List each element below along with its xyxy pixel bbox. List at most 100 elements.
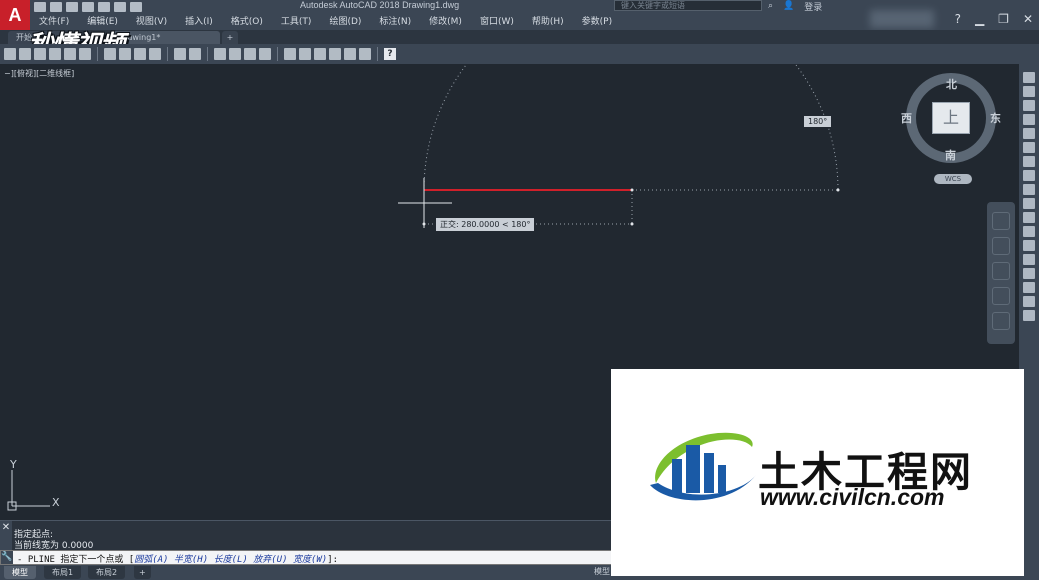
menu-item-10[interactable]: 帮助(H) bbox=[523, 14, 573, 27]
viewcube-south[interactable]: 南 bbox=[945, 147, 956, 163]
erase-icon[interactable] bbox=[1023, 310, 1035, 321]
explode-icon[interactable] bbox=[1023, 296, 1035, 307]
mirror-icon[interactable] bbox=[1023, 100, 1035, 111]
open-file-icon[interactable] bbox=[50, 2, 62, 12]
fillet-icon[interactable] bbox=[1023, 268, 1035, 279]
viewcube-north[interactable]: 北 bbox=[946, 76, 957, 92]
pan-icon[interactable] bbox=[992, 237, 1010, 255]
new-file-icon[interactable] bbox=[34, 2, 46, 12]
menu-item-8[interactable]: 修改(M) bbox=[420, 14, 471, 27]
menu-item-6[interactable]: 绘图(D) bbox=[320, 14, 370, 27]
extend-icon[interactable] bbox=[1023, 212, 1035, 223]
redo-icon[interactable] bbox=[130, 2, 142, 12]
binoculars-icon[interactable]: ⌕ bbox=[768, 1, 773, 11]
help-button[interactable]: ? bbox=[955, 12, 961, 26]
navigation-bar bbox=[987, 202, 1015, 344]
markup-icon[interactable] bbox=[344, 48, 356, 60]
zoom-icon[interactable] bbox=[992, 262, 1010, 280]
close-icon[interactable]: ✕ bbox=[1023, 12, 1033, 26]
cut-icon[interactable] bbox=[104, 48, 116, 60]
help-icon[interactable]: ? bbox=[384, 48, 396, 60]
move-icon[interactable] bbox=[1023, 142, 1035, 153]
join-icon[interactable] bbox=[1023, 240, 1035, 251]
print-icon[interactable] bbox=[49, 48, 61, 60]
publish-icon[interactable] bbox=[79, 48, 91, 60]
properties-icon[interactable] bbox=[284, 48, 296, 60]
match-properties-icon[interactable] bbox=[149, 48, 161, 60]
design-center-icon[interactable] bbox=[299, 48, 311, 60]
undo-icon[interactable] bbox=[174, 48, 186, 60]
zoom-realtime-icon[interactable] bbox=[229, 48, 241, 60]
endpoint-marker bbox=[836, 188, 840, 192]
save-as-icon[interactable] bbox=[82, 2, 94, 12]
endpoint-marker bbox=[630, 222, 634, 226]
offset-icon[interactable] bbox=[1023, 114, 1035, 125]
menu-item-9[interactable]: 窗口(W) bbox=[471, 14, 523, 27]
tab-model[interactable]: 模型 bbox=[4, 566, 36, 579]
viewcube-top-face[interactable]: 上 bbox=[932, 102, 970, 134]
tool-palettes-icon[interactable] bbox=[314, 48, 326, 60]
blend-icon[interactable] bbox=[1023, 282, 1035, 293]
line-tool-icon[interactable] bbox=[1023, 72, 1035, 83]
search-input[interactable]: 键入关键字或短语 bbox=[614, 0, 762, 11]
zoom-window-icon[interactable] bbox=[244, 48, 256, 60]
steering-wheel-icon[interactable] bbox=[992, 212, 1010, 230]
menu-item-7[interactable]: 标注(N) bbox=[370, 14, 420, 27]
tab-layout2[interactable]: 布局2 bbox=[88, 566, 126, 579]
option-undo[interactable]: 放弃(U) bbox=[253, 555, 287, 565]
array-icon[interactable] bbox=[1023, 128, 1035, 139]
viewcube-east[interactable]: 东 bbox=[990, 110, 1001, 126]
title-bar: A Autodesk AutoCAD 2018 Drawing1.dwg 键入关… bbox=[0, 0, 1039, 30]
showmotion-icon[interactable] bbox=[992, 312, 1010, 330]
menu-item-11[interactable]: 参数(P) bbox=[573, 14, 621, 27]
new-tab-button[interactable]: + bbox=[222, 31, 238, 44]
option-width[interactable]: 宽度(W) bbox=[293, 555, 327, 565]
option-arc[interactable]: 圆弧(A) bbox=[134, 555, 168, 565]
menu-item-5[interactable]: 工具(T) bbox=[272, 14, 321, 27]
scale-icon[interactable] bbox=[1023, 170, 1035, 181]
tracking-arc bbox=[423, 64, 839, 191]
copy-icon[interactable] bbox=[119, 48, 131, 60]
save-icon[interactable] bbox=[66, 2, 78, 12]
viewcube[interactable]: 北 西 东 南 上 WCS bbox=[898, 72, 1008, 192]
option-halfwidth[interactable]: 半宽(H) bbox=[174, 555, 208, 565]
paint-icon[interactable] bbox=[1023, 86, 1035, 97]
minimize-icon[interactable]: ▁ bbox=[975, 12, 984, 26]
orbit-icon[interactable] bbox=[992, 287, 1010, 305]
redo-icon[interactable] bbox=[189, 48, 201, 60]
preview-icon[interactable] bbox=[64, 48, 76, 60]
tab-layout1[interactable]: 布局1 bbox=[44, 566, 82, 579]
open-icon[interactable] bbox=[19, 48, 31, 60]
command-prompt[interactable]: - PLINE 指定下一个点或 [圆弧(A) 半宽(H) 长度(L) 放弃(U)… bbox=[17, 552, 338, 565]
stretch-icon[interactable] bbox=[1023, 184, 1035, 195]
tab-drawing1[interactable]: Drawing1* bbox=[110, 31, 220, 44]
command-close-icon[interactable]: ✕ bbox=[0, 521, 12, 551]
ucs-icon: Y X bbox=[6, 458, 66, 514]
rotate-icon[interactable] bbox=[1023, 156, 1035, 167]
menu-item-4[interactable]: 格式(O) bbox=[222, 14, 272, 27]
menu-item-2[interactable]: 视图(V) bbox=[127, 14, 176, 27]
zoom-previous-icon[interactable] bbox=[259, 48, 271, 60]
login-link[interactable]: 登录 bbox=[804, 0, 822, 13]
customize-icon[interactable]: 🔧 bbox=[1, 551, 13, 564]
viewcube-west[interactable]: 西 bbox=[901, 110, 912, 126]
restore-icon[interactable]: ❐ bbox=[998, 12, 1009, 26]
paste-icon[interactable] bbox=[134, 48, 146, 60]
new-icon[interactable] bbox=[4, 48, 16, 60]
wcs-menu-button[interactable]: WCS bbox=[934, 174, 972, 184]
break-icon[interactable] bbox=[1023, 226, 1035, 237]
add-layout-button[interactable]: + bbox=[134, 566, 151, 579]
undo-icon[interactable] bbox=[114, 2, 126, 12]
menu-item-3[interactable]: 插入(I) bbox=[176, 14, 222, 27]
option-length[interactable]: 长度(L) bbox=[214, 555, 248, 565]
print-icon[interactable] bbox=[98, 2, 110, 12]
sheet-set-icon[interactable] bbox=[329, 48, 341, 60]
calculator-icon[interactable] bbox=[359, 48, 371, 60]
chamfer-icon[interactable] bbox=[1023, 254, 1035, 265]
model-space-toggle[interactable]: 模型 bbox=[594, 566, 610, 577]
autocad-logo-icon[interactable]: A bbox=[0, 0, 30, 30]
trim-icon[interactable] bbox=[1023, 198, 1035, 209]
pan-icon[interactable] bbox=[214, 48, 226, 60]
save-icon[interactable] bbox=[34, 48, 46, 60]
user-icon[interactable]: 👤 bbox=[783, 1, 794, 11]
